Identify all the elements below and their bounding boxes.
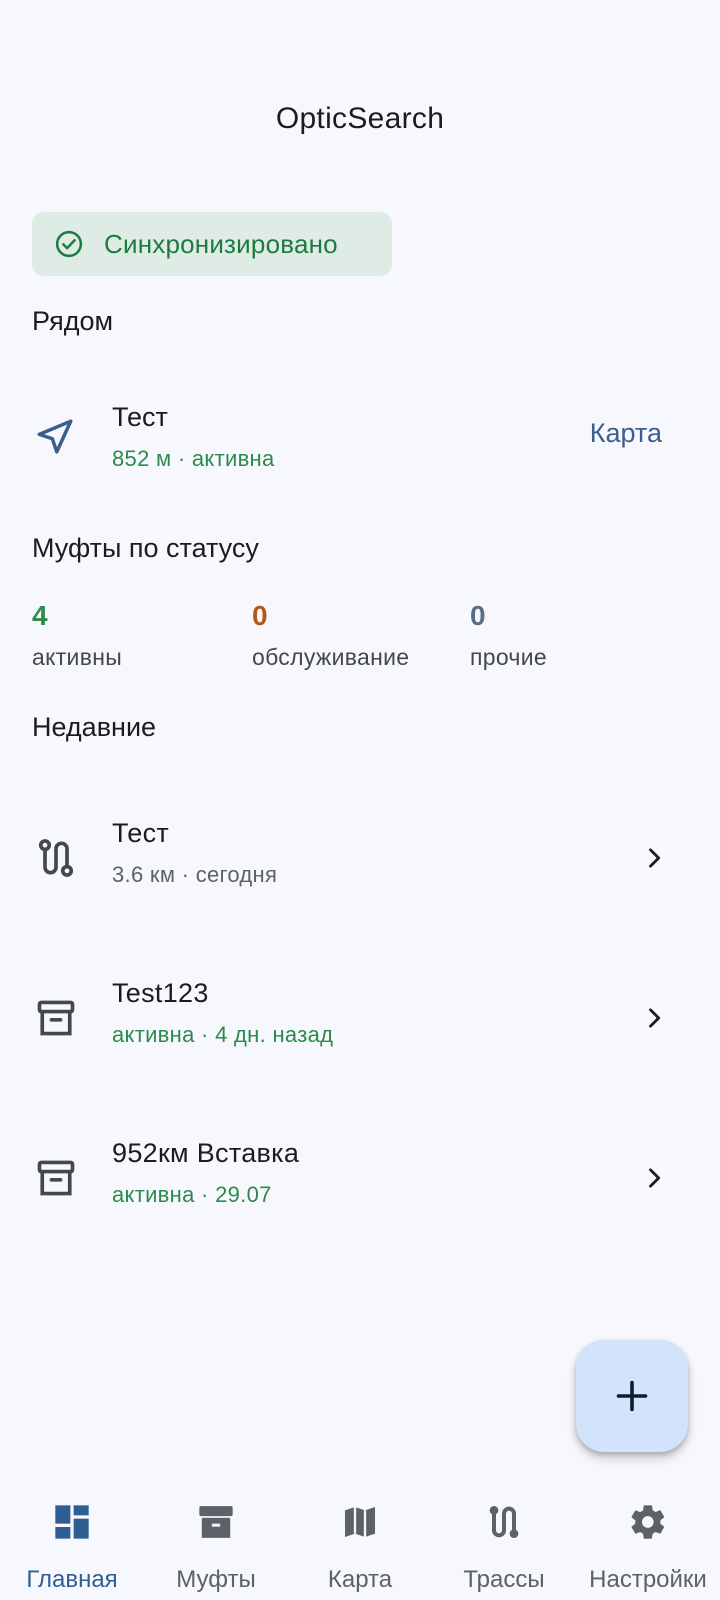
recent-item-name: Тест bbox=[112, 818, 170, 848]
sync-status-label: Синхронизировано bbox=[104, 228, 338, 259]
plus-icon bbox=[616, 1380, 648, 1412]
nearby-heading: Рядом bbox=[32, 306, 114, 336]
stat-active-label: активны bbox=[32, 644, 123, 670]
status-heading: Муфты по статусу bbox=[32, 533, 259, 563]
nav-map[interactable]: Карта bbox=[288, 1480, 432, 1600]
recent-item-subtitle: 3.6 км · сегодня bbox=[112, 862, 278, 887]
archive-box-icon bbox=[37, 1160, 75, 1196]
gear-icon bbox=[631, 1505, 665, 1539]
navigation-arrow-icon bbox=[37, 419, 73, 454]
bottom-navigation: Главная Муфты Карта Трассы Настройки bbox=[0, 1480, 720, 1600]
nearby-item-name: Тест bbox=[112, 402, 168, 432]
dashboard-icon bbox=[55, 1505, 89, 1539]
chevron-right-icon bbox=[649, 1008, 661, 1028]
check-circle-icon bbox=[55, 230, 83, 258]
archive-box-icon bbox=[199, 1506, 233, 1538]
stat-other-label: прочие bbox=[470, 644, 547, 670]
sync-status-chip: Синхронизировано bbox=[32, 212, 392, 276]
nav-home[interactable]: Главная bbox=[0, 1480, 144, 1600]
nearby-item[interactable]: Тест 852 м · активна Карта bbox=[0, 390, 720, 490]
recent-item-name: Test123 bbox=[112, 978, 209, 1008]
route-icon bbox=[38, 839, 74, 877]
stat-other[interactable]: 0 прочие bbox=[470, 600, 547, 671]
nav-settings[interactable]: Настройки bbox=[576, 1480, 720, 1600]
stat-active[interactable]: 4 активны bbox=[32, 600, 122, 671]
nav-closures[interactable]: Муфты bbox=[144, 1480, 288, 1600]
map-icon bbox=[345, 1507, 375, 1537]
recent-item-subtitle: активна · 4 дн. назад bbox=[112, 1022, 334, 1047]
recent-item-closure[interactable]: 952км Вставка активна · 29.07 bbox=[0, 1120, 720, 1240]
nav-settings-label: Настройки bbox=[589, 1566, 707, 1593]
archive-box-icon bbox=[37, 1000, 75, 1036]
chevron-right-icon bbox=[649, 1168, 661, 1188]
status-stats: 4 активны 0 обслуживание 0 прочие bbox=[32, 600, 712, 680]
recent-item-name: 952км Вставка bbox=[112, 1138, 300, 1168]
route-icon bbox=[489, 1506, 519, 1538]
stat-maintenance-value: 0 bbox=[252, 600, 268, 631]
page-title: OpticSearch bbox=[275, 102, 445, 135]
nav-home-label: Главная bbox=[26, 1566, 118, 1593]
recent-item-subtitle: активна · 29.07 bbox=[112, 1182, 272, 1207]
add-button[interactable] bbox=[576, 1340, 688, 1452]
nav-routes[interactable]: Трассы bbox=[432, 1480, 576, 1600]
chevron-right-icon bbox=[649, 848, 661, 868]
recent-item-route[interactable]: Тест 3.6 км · сегодня bbox=[0, 800, 720, 920]
stat-other-value: 0 bbox=[470, 600, 486, 631]
recent-item-closure[interactable]: Test123 активна · 4 дн. назад bbox=[0, 960, 720, 1080]
stat-maintenance[interactable]: 0 обслуживание bbox=[252, 600, 409, 671]
open-map-button[interactable]: Карта bbox=[590, 418, 662, 449]
recent-heading: Недавние bbox=[32, 712, 157, 742]
nav-routes-label: Трассы bbox=[463, 1566, 545, 1593]
home-screen: OpticSearch Синхронизировано Рядом Тест … bbox=[0, 0, 720, 1600]
nearby-item-subtitle: 852 м · активна bbox=[112, 446, 275, 471]
stat-maintenance-label: обслуживание bbox=[252, 644, 410, 670]
nav-closures-label: Муфты bbox=[176, 1566, 256, 1593]
stat-active-value: 4 bbox=[32, 600, 48, 631]
nav-map-label: Карта bbox=[327, 1566, 393, 1593]
